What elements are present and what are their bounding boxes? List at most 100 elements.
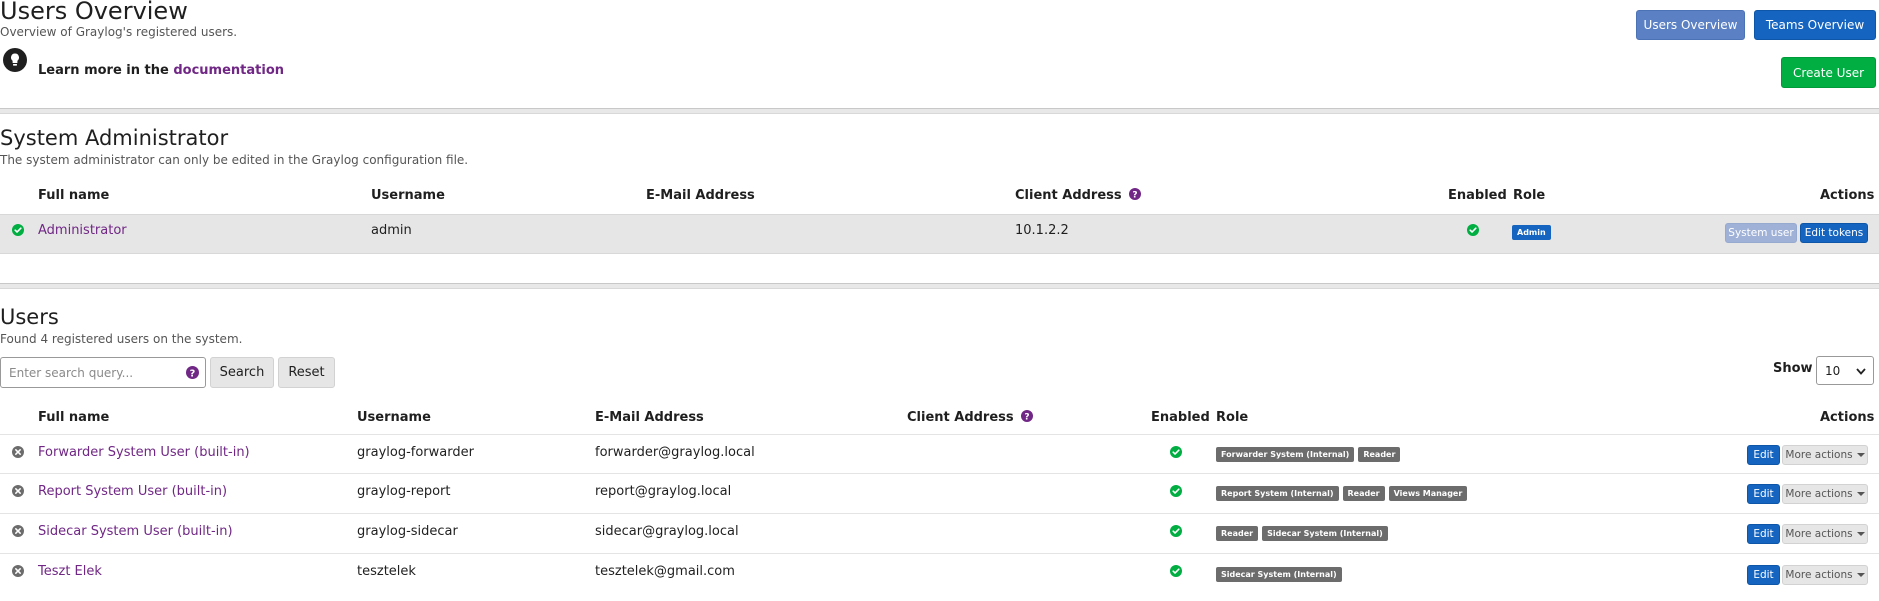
more-actions-label: More actions [1785, 449, 1853, 461]
col-username: Username [371, 188, 445, 203]
user-email: sidecar@graylog.local [595, 524, 739, 539]
help-icon[interactable]: ? [1021, 410, 1034, 423]
users-overview-button[interactable]: Users Overview [1636, 10, 1745, 40]
chevron-down-icon [1856, 453, 1865, 457]
enabled-check-icon [1467, 224, 1479, 236]
more-actions-label: More actions [1785, 569, 1853, 581]
edit-button[interactable]: Edit [1747, 445, 1780, 465]
status-disabled-icon [12, 485, 24, 497]
svg-text:?: ? [190, 368, 196, 379]
lightbulb-icon [3, 48, 27, 72]
table-row-admin [0, 214, 1879, 254]
chevron-down-icon [1856, 492, 1865, 496]
page-size-select[interactable]: 10 [1816, 356, 1874, 385]
reset-button[interactable]: Reset [278, 357, 335, 388]
col-enabled: Enabled [1448, 188, 1507, 203]
edit-button[interactable]: Edit [1747, 524, 1780, 544]
status-disabled-icon [12, 565, 24, 577]
learn-more-prefix: Learn more in the [38, 63, 169, 78]
create-user-button[interactable]: Create User [1781, 57, 1876, 88]
admin-client-address: 10.1.2.2 [1015, 223, 1069, 238]
table-row: Report System User (built-in) graylog-re… [0, 474, 1879, 513]
more-actions-button[interactable]: More actions [1782, 565, 1868, 585]
user-email: report@graylog.local [595, 484, 732, 499]
col-email: E-Mail Address [646, 188, 755, 203]
col-client-address-label: Client Address [1015, 188, 1122, 203]
user-email: tesztelek@gmail.com [595, 564, 735, 579]
col-enabled: Enabled [1151, 410, 1210, 425]
more-actions-button[interactable]: More actions [1782, 484, 1868, 504]
role-list: Report System (Internal) Reader Views Mana… [1216, 483, 1471, 502]
page-title: Users Overview [0, 0, 188, 25]
enabled-check-icon [1170, 525, 1182, 537]
chevron-down-icon [1856, 364, 1866, 378]
role-badge: Sidecar System (Internal) [1262, 526, 1388, 541]
users-title: Users [0, 305, 59, 329]
search-input[interactable] [0, 357, 206, 388]
status-disabled-icon [12, 525, 24, 537]
page-subtitle: Overview of Graylog's registered users. [0, 25, 238, 39]
more-actions-button[interactable]: More actions [1782, 445, 1868, 465]
more-actions-button[interactable]: More actions [1782, 524, 1868, 544]
col-full-name: Full name [38, 410, 110, 425]
status-disabled-icon [12, 446, 24, 458]
more-actions-label: More actions [1785, 488, 1853, 500]
system-admin-subtitle: The system administrator can only be edi… [0, 153, 469, 167]
col-client-address: Client Address ? [1015, 188, 1142, 203]
system-user-button[interactable]: System user [1725, 223, 1797, 243]
role-badge: Admin [1512, 225, 1551, 240]
role-badge: Report System (Internal) [1216, 486, 1339, 501]
col-client-address-label: Client Address [907, 410, 1014, 425]
users-subtitle: Found 4 registered users on the system. [0, 332, 243, 346]
search-help-icon[interactable]: ? [186, 366, 199, 379]
section-divider [0, 283, 1879, 289]
role-list: Reader Sidecar System (Internal) [1216, 523, 1392, 542]
section-divider [0, 108, 1879, 114]
admin-full-name-link[interactable]: Administrator [38, 223, 127, 238]
table-row: Forwarder System User (built-in) graylog… [0, 435, 1879, 473]
user-username: graylog-sidecar [357, 524, 458, 539]
show-label: Show [1773, 361, 1813, 376]
col-role: Role [1513, 188, 1546, 203]
admin-role-list: Admin [1512, 222, 1555, 241]
edit-tokens-button[interactable]: Edit tokens [1800, 223, 1868, 243]
user-full-name-link[interactable]: Forwarder System User (built-in) [38, 445, 250, 460]
table-row: Teszt Elek tesztelek tesztelek@gmail.com… [0, 554, 1879, 594]
system-admin-title: System Administrator [0, 126, 229, 150]
role-badge: Reader [1342, 486, 1385, 501]
search-button[interactable]: Search [210, 357, 274, 388]
check-circle-icon [12, 224, 24, 236]
col-actions: Actions [1820, 188, 1875, 203]
chevron-down-icon [1856, 532, 1865, 536]
page-size-value: 10 [1825, 363, 1841, 378]
col-client-address: Client Address ? [907, 410, 1034, 425]
teams-overview-button[interactable]: Teams Overview [1754, 10, 1876, 40]
role-badge: Reader [1358, 447, 1401, 462]
edit-button[interactable]: Edit [1747, 565, 1780, 585]
user-full-name-link[interactable]: Sidecar System User (built-in) [38, 524, 233, 539]
role-badge: Reader [1216, 526, 1259, 541]
enabled-check-icon [1170, 485, 1182, 497]
documentation-link[interactable]: documentation [173, 63, 284, 78]
edit-button[interactable]: Edit [1747, 484, 1780, 504]
col-actions: Actions [1820, 410, 1875, 425]
user-username: graylog-report [357, 484, 451, 499]
col-username: Username [357, 410, 431, 425]
user-full-name-link[interactable]: Report System User (built-in) [38, 484, 227, 499]
user-username: tesztelek [357, 564, 416, 579]
user-email: forwarder@graylog.local [595, 445, 755, 460]
user-username: graylog-forwarder [357, 445, 474, 460]
role-list: Forwarder System (Internal) Reader [1216, 444, 1404, 463]
col-full-name: Full name [38, 188, 110, 203]
search-field: ? [0, 357, 206, 388]
help-icon[interactable]: ? [1129, 188, 1142, 201]
svg-text:?: ? [1025, 413, 1030, 423]
admin-username: admin [371, 223, 412, 238]
learn-more-text: Learn more in the documentation [38, 63, 284, 78]
enabled-check-icon [1170, 565, 1182, 577]
role-badge: Sidecar System (Internal) [1216, 567, 1342, 582]
role-list: Sidecar System (Internal) [1216, 564, 1346, 583]
col-email: E-Mail Address [595, 410, 704, 425]
role-badge: Forwarder System (Internal) [1216, 447, 1355, 462]
user-full-name-link[interactable]: Teszt Elek [38, 564, 102, 579]
